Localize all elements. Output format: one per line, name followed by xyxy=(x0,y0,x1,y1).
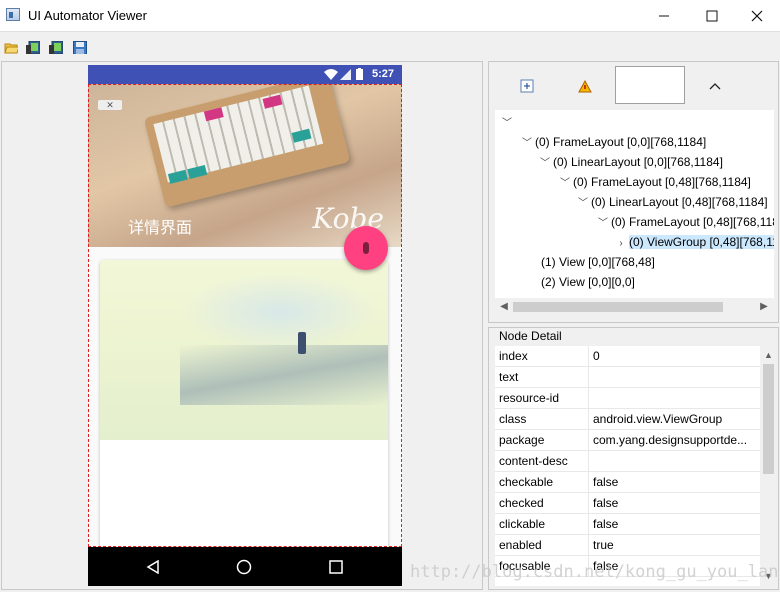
warning-icon xyxy=(578,79,592,92)
maximize-icon xyxy=(706,10,718,21)
watermark: http://blog.csdn.net/kong_gu_you_lan xyxy=(410,562,779,582)
expand-all-button[interactable] xyxy=(519,78,535,94)
hierarchy-search-box[interactable] xyxy=(615,66,685,104)
chevron-down-icon: ﹀ xyxy=(502,118,512,129)
table-row[interactable]: checked false xyxy=(495,493,760,514)
table-row[interactable]: enabled true xyxy=(495,535,760,556)
app-icon xyxy=(6,8,20,21)
table-row[interactable]: resource-id xyxy=(495,388,760,409)
close-button[interactable] xyxy=(734,0,780,31)
scroll-up-icon[interactable]: ▲ xyxy=(760,347,777,363)
recents-icon xyxy=(329,560,343,574)
keyboard-picture xyxy=(143,84,351,208)
tree-node[interactable]: ﹀ (0) LinearLayout [0,48][768,1184] xyxy=(575,192,768,212)
home-nav-button[interactable] xyxy=(234,557,254,577)
chevron-up-icon xyxy=(709,83,721,90)
save-icon[interactable] xyxy=(73,41,87,54)
close-icon xyxy=(751,10,763,21)
table-row[interactable]: content-desc xyxy=(495,451,760,472)
table-row[interactable]: index 0 xyxy=(495,346,760,367)
card-illustration xyxy=(100,260,388,440)
tree-node[interactable]: (1) View [0,0][768,48] xyxy=(541,252,655,272)
tree-horizontal-scrollbar[interactable]: ◀ ▶ xyxy=(495,298,774,316)
scroll-thumb[interactable] xyxy=(513,302,723,312)
tree-node[interactable]: ﹀ (0) LinearLayout [0,0][768,1184] xyxy=(537,152,723,172)
header-image: ✕ 详情界面 Kobe xyxy=(88,84,402,247)
table-row[interactable]: checkable false xyxy=(495,472,760,493)
tree-node[interactable]: ﹀ (0) FrameLayout [0,48][768,1184] xyxy=(595,212,774,232)
recents-nav-button[interactable] xyxy=(326,557,346,577)
maximize-button[interactable] xyxy=(689,0,735,31)
scroll-thumb[interactable] xyxy=(763,364,774,474)
table-row[interactable]: package com.yang.designsupportde... xyxy=(495,430,760,451)
collapse-button[interactable] xyxy=(707,78,723,94)
hierarchy-tree: ﹀ ﹀ (0) FrameLayout [0,0][768,1184] ﹀ (0) … xyxy=(495,110,774,316)
chevron-down-icon: ﹀ xyxy=(598,218,608,229)
table-row[interactable]: text xyxy=(495,367,760,388)
device-screenshot[interactable]: 5:27 ✕ 详情界面 Kobe xyxy=(88,65,402,586)
hierarchy-panel: ﹀ ﹀ (0) FrameLayout [0,0][768,1184] ﹀ (0) … xyxy=(488,61,779,323)
floating-action-button[interactable] xyxy=(344,226,388,270)
status-clock: 5:27 xyxy=(371,68,394,80)
tree-node-selected[interactable]: ›(0) ViewGroup [0,48][768,1184] xyxy=(613,232,774,252)
scroll-right-icon[interactable]: ▶ xyxy=(757,300,771,314)
mic-icon xyxy=(363,242,369,254)
scroll-left-icon[interactable]: ◀ xyxy=(497,300,511,314)
open-folder-icon[interactable] xyxy=(4,41,18,54)
chevron-down-icon: ﹀ xyxy=(522,138,532,149)
table-row[interactable]: class android.view.ViewGroup xyxy=(495,409,760,430)
tree-root-toggle[interactable]: ﹀ xyxy=(499,112,515,132)
detail-vertical-scrollbar[interactable]: ▲ ▼ xyxy=(760,346,777,586)
hero-tag: ✕ xyxy=(98,100,122,110)
minimize-icon xyxy=(659,15,669,16)
home-icon xyxy=(236,559,252,575)
wifi-icon xyxy=(324,69,338,80)
minimize-button[interactable] xyxy=(641,0,687,31)
expand-all-icon xyxy=(520,79,534,93)
tree-node[interactable]: (2) View [0,0][0,0] xyxy=(541,272,635,292)
main-toolbar xyxy=(0,32,780,60)
battery-icon xyxy=(356,68,363,80)
navigation-bar xyxy=(88,547,402,586)
device-screenshot-icon[interactable] xyxy=(26,41,40,54)
chevron-down-icon: ﹀ xyxy=(560,178,570,189)
status-bar: 5:27 xyxy=(88,65,402,84)
title-bar: UI Automator Viewer xyxy=(0,0,780,32)
hierarchy-toolbar xyxy=(489,62,778,110)
node-detail-panel: Node Detail index 0 text resource-id clas… xyxy=(488,327,779,590)
node-detail-table: index 0 text resource-id class android.vie… xyxy=(495,346,760,586)
table-row[interactable]: clickable false xyxy=(495,514,760,535)
chevron-down-icon: ﹀ xyxy=(540,158,550,169)
window-title: UI Automator Viewer xyxy=(28,8,147,23)
chevron-right-icon: › xyxy=(619,238,623,249)
content-card xyxy=(100,260,388,586)
chevron-down-icon: ﹀ xyxy=(578,198,588,209)
toggle-nafs-button[interactable] xyxy=(577,78,593,94)
device-screenshot-compressed-icon[interactable] xyxy=(49,41,63,54)
tree-node[interactable]: ﹀ (0) FrameLayout [0,0][768,1184] xyxy=(519,132,706,152)
node-detail-legend: Node Detail xyxy=(499,329,562,343)
hero-title: 详情界面 xyxy=(128,220,193,237)
tree-node[interactable]: ﹀ (0) FrameLayout [0,48][768,1184] xyxy=(557,172,751,192)
back-icon xyxy=(146,560,159,574)
back-nav-button[interactable] xyxy=(143,557,163,577)
signal-icon xyxy=(340,69,351,80)
